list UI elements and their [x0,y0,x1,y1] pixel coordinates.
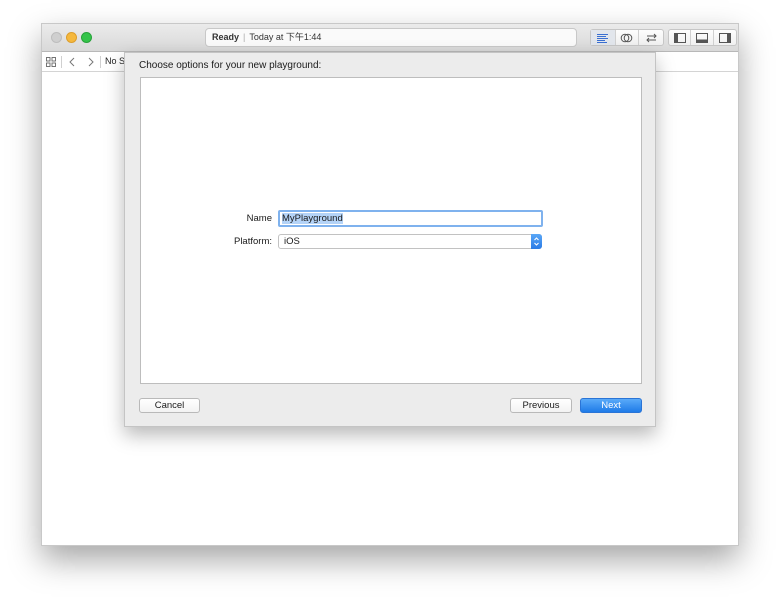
navigator-toggle-icon [673,32,686,43]
up-down-chevron-icon [534,237,539,246]
cancel-button[interactable]: Cancel [139,398,200,413]
platform-popup-button[interactable]: iOS [278,234,542,249]
assistant-editor-button[interactable] [616,30,640,45]
popup-arrows [531,234,542,249]
close-window-button[interactable] [51,32,62,43]
editor-mode-segmented-control [590,29,664,46]
nav-divider [61,56,62,68]
version-editor-icon [645,33,657,42]
grid-icon [46,57,56,67]
activity-status: Ready [212,32,240,42]
new-playground-sheet: Choose options for your new playground: … [124,52,656,427]
utilities-toggle-icon [718,32,731,43]
platform-value: iOS [284,236,300,247]
previous-button[interactable]: Previous [510,398,572,413]
chevron-right-icon [88,57,94,67]
navigator-toggle-button[interactable] [669,30,692,45]
related-items-button[interactable] [45,55,57,69]
debug-area-toggle-button[interactable] [691,30,714,45]
activity-viewer: Ready | Today at 下午1:44 [205,28,577,47]
standard-editor-button[interactable] [591,30,616,45]
chevron-left-icon [69,57,75,67]
sheet-title: Choose options for your new playground: [139,60,322,71]
activity-separator: | [243,32,246,42]
nav-divider [100,56,101,68]
title-bar: Ready | Today at 下午1:44 [42,24,738,52]
standard-editor-icon [597,33,609,43]
view-toggles-segmented-control [668,29,737,46]
assistant-editor-icon [621,33,633,42]
go-back-button[interactable] [66,55,78,69]
name-label: Name [246,213,272,224]
utilities-toggle-button[interactable] [714,30,736,45]
platform-label: Platform: [233,236,272,247]
name-field[interactable]: MyPlayground [278,210,543,227]
options-panel: Name MyPlayground Platform: iOS [140,77,642,384]
version-editor-button[interactable] [639,30,663,45]
next-button[interactable]: Next [580,398,642,413]
minimize-window-button[interactable] [66,32,77,43]
activity-timestamp: Today at 下午1:44 [249,32,322,42]
name-field-value: MyPlayground [282,213,343,224]
go-forward-button[interactable] [85,55,97,69]
zoom-window-button[interactable] [81,32,92,43]
debug-area-toggle-icon [696,32,709,43]
